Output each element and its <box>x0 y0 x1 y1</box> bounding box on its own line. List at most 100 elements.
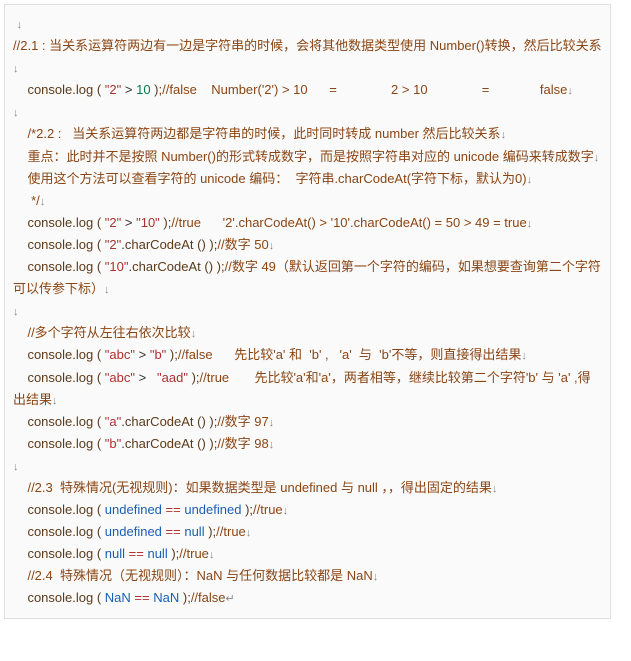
comment-text: //true <box>216 524 246 539</box>
paren: () ); <box>194 414 218 429</box>
arrow-icon: ↓ <box>567 85 573 97</box>
arrow-icon: ↓ <box>269 439 275 451</box>
method: charCodeAt <box>132 259 201 274</box>
blank-line: ↓ <box>13 300 602 322</box>
blank-line: ↓ <box>13 455 602 477</box>
arrow-icon: ↓ <box>40 196 46 208</box>
keyword-undefined: undefined <box>105 502 162 517</box>
code-line: console.log ( "a".charCodeAt () );//数字 9… <box>13 411 602 433</box>
code-line: console.log ( "2" > "10" );//true '2'.ch… <box>13 212 602 234</box>
paren: ( <box>93 546 105 561</box>
console-log: console.log <box>27 82 93 97</box>
code-line: console.log ( undefined == undefined );/… <box>13 499 602 521</box>
arrow-icon: ↓ <box>501 129 507 141</box>
comment-text: //false <box>191 590 226 605</box>
comment-text: //true '2'.charCodeAt() > '10'.charCodeA… <box>171 215 526 230</box>
arrow-icon: ↓ <box>269 240 275 252</box>
comment-line: //多个字符从左往右依次比较↓ <box>13 322 602 344</box>
console-log: console.log <box>27 215 93 230</box>
arrow-icon: ↓ <box>191 328 197 340</box>
comment-text: //数字 97 <box>217 414 268 429</box>
comment-line: /*2.2 : 当关系运算符两边都是字符串的时候，此时同时转成 number 然… <box>13 123 602 145</box>
paren: ( <box>93 502 105 517</box>
string-literal: "b" <box>150 347 166 362</box>
console-log: console.log <box>27 524 93 539</box>
arrow-icon: ↓ <box>527 174 533 186</box>
code-line: console.log ( "2".charCodeAt () );//数字 5… <box>13 234 602 256</box>
string-literal: "abc" <box>105 370 135 385</box>
keyword-null: null <box>147 546 167 561</box>
paren: ); <box>205 524 217 539</box>
string-literal: "10" <box>105 259 129 274</box>
arrow-icon: ↓ <box>13 306 19 318</box>
code-line: console.log ( "2" > 10 );//false Number(… <box>13 79 602 101</box>
comment-text: //2.4 特殊情况（无视规则）：NaN 与任何数据比较都是 NaN <box>27 568 372 583</box>
arrow-icon: ↓ <box>13 461 19 473</box>
comment-text: 使用这个方法可以查看字符的 unicode 编码： 字符串.charCodeAt… <box>27 171 526 186</box>
arrow-icon: ↓ <box>246 527 252 539</box>
string-literal: "abc" <box>105 347 135 362</box>
arrow-icon: ↓ <box>373 571 379 583</box>
operator: > <box>121 82 136 97</box>
keyword-undefined: undefined <box>105 524 162 539</box>
console-log: console.log <box>27 237 93 252</box>
console-log: console.log <box>27 370 93 385</box>
comment-text: //数字 50 <box>217 237 268 252</box>
paren: ( <box>93 414 105 429</box>
arrow-icon: ↓ <box>269 417 275 429</box>
paren: ); <box>241 502 253 517</box>
paren: ); <box>166 347 178 362</box>
paren: () ); <box>194 436 218 451</box>
comment-text: //2.3 特殊情况(无视规则)：如果数据类型是 undefined 与 nul… <box>27 480 491 495</box>
keyword-null: null <box>184 524 204 539</box>
code-block: ↓ //2.1 : 当关系运算符两边有一边是字符串的时候，会将其他数据类型使用 … <box>4 4 611 619</box>
code-line: console.log ( undefined == null );//true… <box>13 521 602 543</box>
comment-line: 使用这个方法可以查看字符的 unicode 编码： 字符串.charCodeAt… <box>13 168 602 190</box>
paren: () ); <box>194 237 218 252</box>
paren: ( <box>93 237 105 252</box>
enter-icon: ↵ <box>226 593 235 605</box>
number-literal: 10 <box>136 82 150 97</box>
operator: > <box>135 347 150 362</box>
code-line: console.log ( NaN == NaN );//false↵ <box>13 587 602 609</box>
paren: ( <box>93 590 105 605</box>
operator: > <box>135 370 157 385</box>
arrow-icon: ↓ <box>209 549 215 561</box>
operator: == <box>125 546 147 561</box>
code-line: console.log ( "abc" > "aad" );//true 先比较… <box>13 367 602 411</box>
comment-line: //2.3 特殊情况(无视规则)：如果数据类型是 undefined 与 nul… <box>13 477 602 499</box>
comment-text: //多个字符从左往右依次比较 <box>27 325 190 340</box>
string-literal: "2" <box>105 82 121 97</box>
comment-text: */ <box>31 193 40 208</box>
console-log: console.log <box>27 436 93 451</box>
arrow-icon: ↓ <box>13 107 19 119</box>
paren: ( <box>93 215 105 230</box>
paren: ( <box>93 347 105 362</box>
console-log: console.log <box>27 502 93 517</box>
keyword-nan: NaN <box>153 590 179 605</box>
console-log: console.log <box>27 259 93 274</box>
paren: ); <box>188 370 200 385</box>
comment-text: //2.1 : 当关系运算符两边有一边是字符串的时候，会将其他数据类型使用 Nu… <box>13 38 602 53</box>
string-literal: "b" <box>105 436 121 451</box>
arrow-icon: ↓ <box>52 395 58 407</box>
arrow-icon: ↓ <box>104 284 110 296</box>
keyword-null: null <box>105 546 125 561</box>
comment-text: 重点：此时并不是按照 Number()的形式转成数字，而是按照字符串对应的 un… <box>27 149 593 164</box>
code-line: console.log ( "b".charCodeAt () );//数字 9… <box>13 433 602 455</box>
code-line: console.log ( "10".charCodeAt () );//数字 … <box>13 256 602 300</box>
arrow-icon: ↓ <box>13 63 19 75</box>
console-log: console.log <box>27 347 93 362</box>
comment-text: //false 先比较'a' 和 'b' , 'a' 与 'b'不等，则直接得出… <box>178 347 521 362</box>
console-log: console.log <box>27 590 93 605</box>
method: charCodeAt <box>125 237 194 252</box>
string-literal: "2" <box>105 215 121 230</box>
method: charCodeAt <box>125 414 194 429</box>
arrow-icon: ↓ <box>521 350 527 362</box>
comment-text: //true <box>253 502 283 517</box>
comment-text: //false Number('2') > 10 = 2 > 10 = fals… <box>162 82 567 97</box>
string-literal: "10" <box>136 215 160 230</box>
comment-line: //2.1 : 当关系运算符两边有一边是字符串的时候，会将其他数据类型使用 Nu… <box>13 35 602 79</box>
blank-line: ↓ <box>13 13 602 35</box>
comment-text: //true <box>179 546 209 561</box>
